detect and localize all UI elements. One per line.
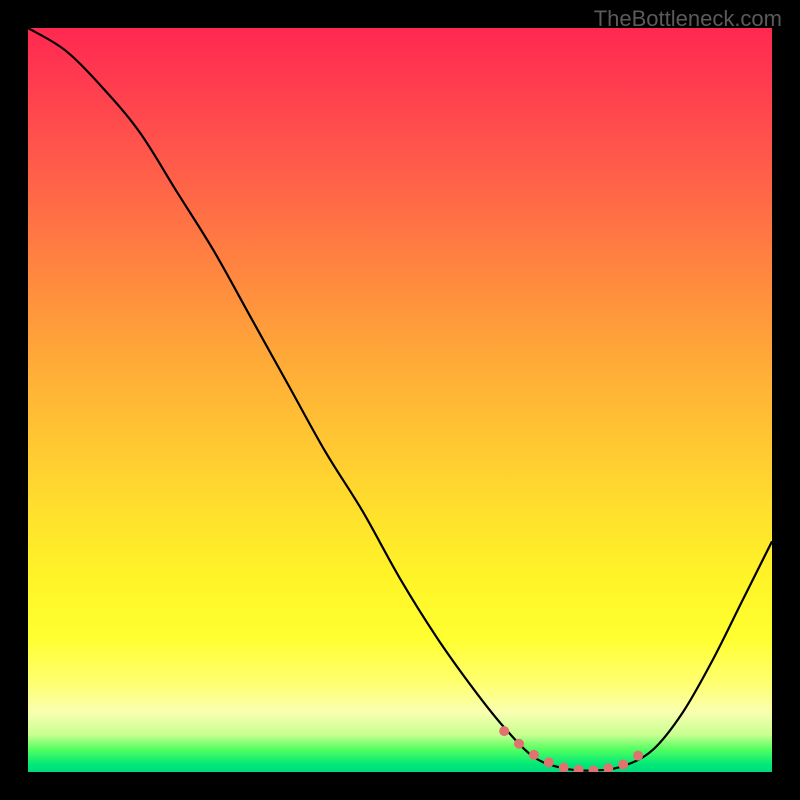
curve-marker (574, 765, 584, 772)
curve-marker (603, 763, 613, 772)
curve-marker (559, 763, 569, 772)
bottleneck-curve-path (28, 28, 772, 771)
watermark-text: TheBottleneck.com (594, 6, 782, 32)
curve-marker (618, 760, 628, 770)
chart-plot-area (28, 28, 772, 772)
curve-marker (514, 739, 524, 749)
curve-marker (544, 757, 554, 767)
marker-group (499, 726, 643, 772)
curve-marker (633, 751, 643, 761)
curve-marker (529, 750, 539, 760)
chart-svg (28, 28, 772, 772)
curve-marker (588, 766, 598, 772)
curve-marker (499, 726, 509, 736)
